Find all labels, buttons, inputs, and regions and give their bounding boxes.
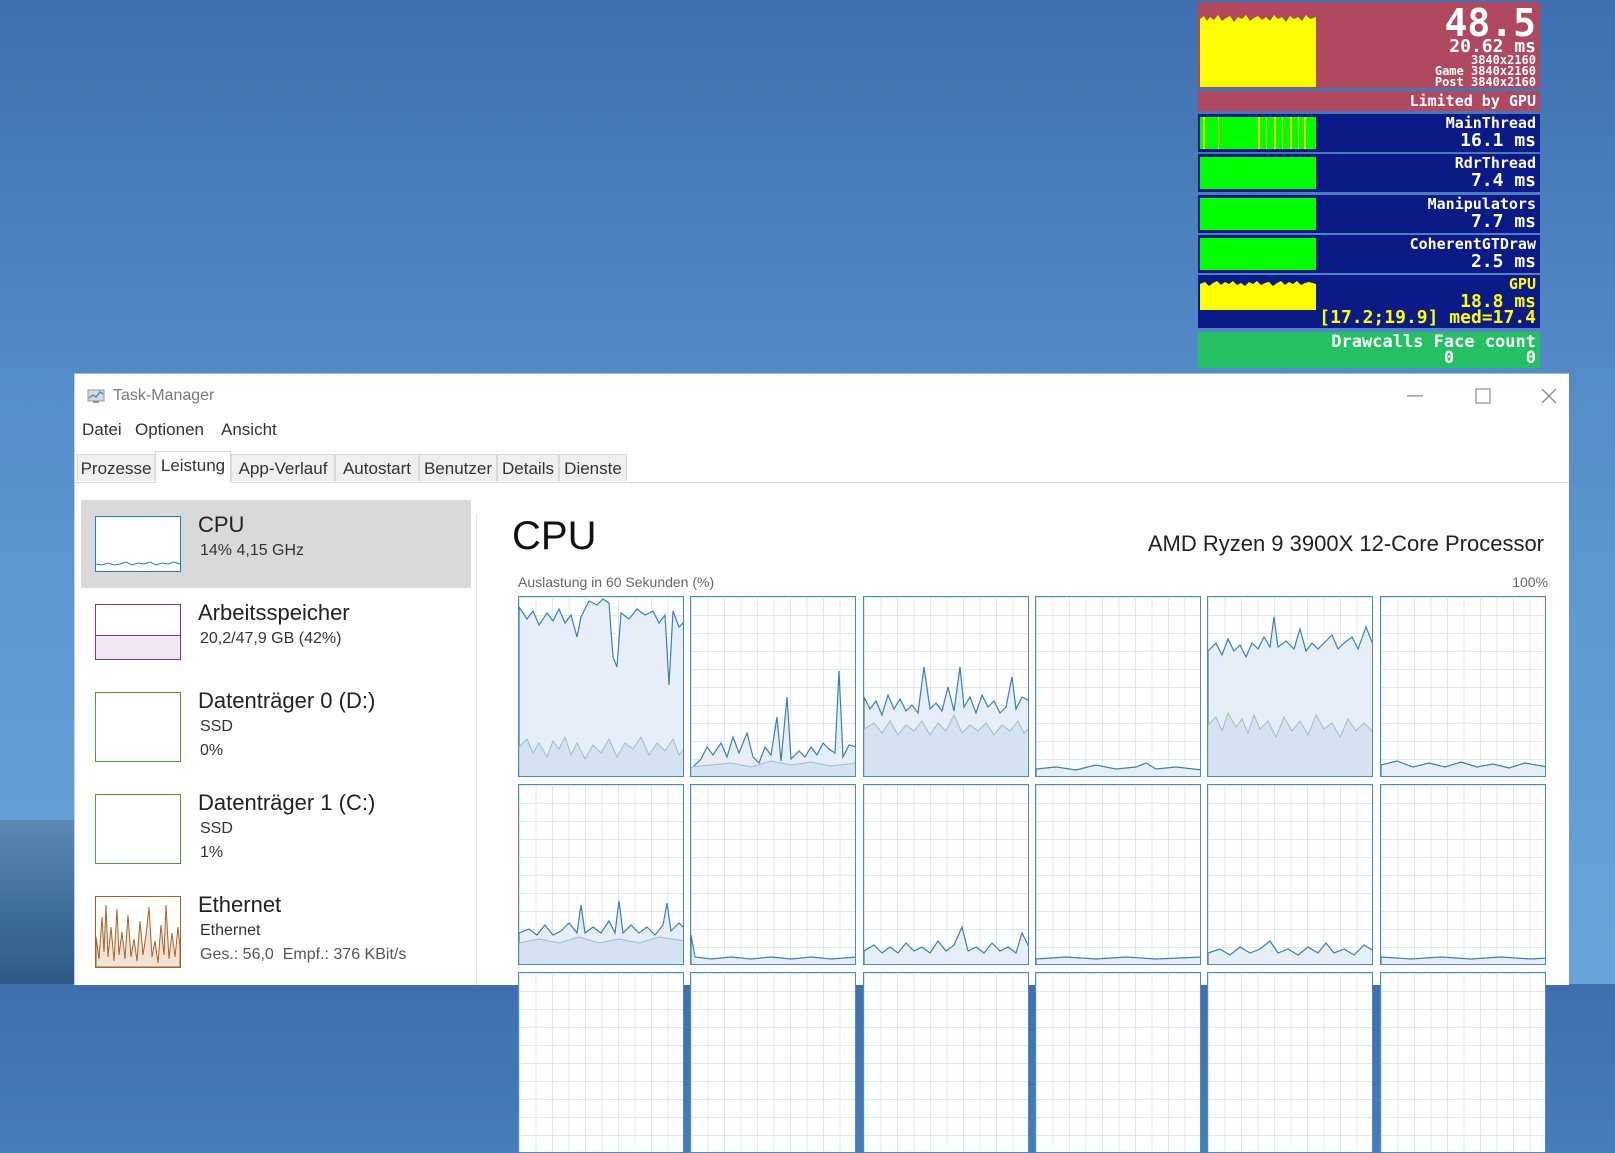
sea-background [0, 820, 80, 984]
core-graph [1380, 784, 1546, 965]
title-bar[interactable]: Task-Manager — [75, 374, 1569, 418]
sidebar-item-disk1[interactable]: Datenträger 1 (C:) SSD 1% [81, 778, 471, 880]
thread-graph [1200, 198, 1316, 230]
thread-graph [1200, 238, 1316, 270]
tab-dienste[interactable]: Dienste [559, 454, 627, 481]
sidebar-disk0-usage: 0% [200, 742, 224, 759]
disk1-thumbnail-graph [95, 794, 181, 864]
thread-graph [1200, 157, 1316, 189]
tab-autostart[interactable]: Autostart [335, 454, 419, 481]
core-graph [518, 596, 684, 777]
ethernet-sent: Ges.: 56,0 [200, 946, 274, 963]
sidebar-ethernet-throughput: Ges.: 56,0 Empf.: 376 KBit/s [200, 946, 406, 964]
sidebar-cpu-name: CPU [198, 512, 245, 537]
tab-benutzer[interactable]: Benutzer [419, 454, 497, 481]
sidebar-memory-usage: 20,2/47,9 GB (42%) [200, 630, 342, 647]
core-graph [1207, 596, 1373, 777]
thread-value: 7.7 ms [1470, 211, 1536, 232]
sidebar-disk0-type: SSD [200, 718, 233, 735]
menu-optionen[interactable]: Optionen [135, 420, 204, 440]
sidebar-item-memory[interactable]: Arbeitsspeicher 20,2/47,9 GB (42%) [81, 588, 471, 676]
sidebar-item-cpu[interactable]: CPU 14% 4,15 GHz [81, 500, 471, 588]
task-manager-icon [87, 388, 105, 404]
thread-value: 2.5 ms [1470, 251, 1536, 272]
menu-datei[interactable]: Datei [82, 420, 122, 440]
core-graph [1207, 972, 1373, 1153]
thread-name: Manipulators [1427, 195, 1536, 213]
sidebar-item-disk0[interactable]: Datenträger 0 (D:) SSD 0% [81, 676, 471, 778]
drawcalls-values: 0 0 [1443, 348, 1536, 368]
utilization-axis-label: Auslastung in 60 Sekunden (%) [518, 574, 715, 590]
sidebar-item-ethernet[interactable]: Ethernet Ethernet Ges.: 56,0 Empf.: 376 … [81, 880, 471, 985]
core-graph [1380, 972, 1546, 1153]
limited-banner: Limited by GPU [1198, 91, 1540, 111]
core-graph [1035, 784, 1201, 965]
sidebar-cpu-usage: 14% 4,15 GHz [200, 542, 305, 559]
core-graph [863, 972, 1029, 1153]
thread-row-manipulators: Manipulators 7.7 ms [1198, 195, 1540, 233]
ethernet-received: Empf.: 376 KBit/s [282, 946, 407, 963]
gpu-graph [1200, 278, 1316, 310]
gpu-range: [17.2;19.9] med=17.4 [1319, 307, 1536, 328]
thread-row-coherent: CoherentGTDraw 2.5 ms [1198, 235, 1540, 273]
thread-row-render: RdrThread 7.4 ms [1198, 154, 1540, 192]
core-graph [518, 784, 684, 965]
core-graph [690, 972, 856, 1153]
thread-value: 16.1 ms [1460, 130, 1536, 151]
sidebar-ethernet-adapter: Ethernet [200, 922, 261, 939]
core-graph [690, 596, 856, 777]
core-graph [518, 972, 684, 1153]
core-graph [1207, 784, 1373, 965]
thread-name: CoherentGTDraw [1409, 235, 1536, 253]
gpu-label: GPU [1508, 275, 1536, 293]
tab-prozesse[interactable]: Prozesse [77, 454, 155, 481]
thread-value: 7.4 ms [1470, 170, 1536, 191]
resource-sidebar: CPU 14% 4,15 GHz Arbeitsspeicher 20,2/47… [81, 500, 471, 985]
sidebar-disk1-usage: 1% [200, 844, 224, 861]
tab-app-verlauf[interactable]: App-Verlauf [231, 454, 335, 481]
page-title: CPU [512, 514, 597, 558]
thread-graph [1200, 117, 1316, 149]
core-graph [1035, 972, 1201, 1153]
maximize-icon[interactable] [1463, 382, 1503, 410]
sidebar-disk0-name: Datenträger 0 (D:) [198, 688, 376, 713]
window-title: Task-Manager [113, 387, 215, 404]
pane-divider [476, 514, 477, 985]
thread-name: MainThread [1445, 114, 1536, 132]
task-manager-window: Task-Manager — Datei Optionen Ansicht Pr… [74, 373, 1569, 1153]
cpu-thumbnail-graph [95, 516, 181, 572]
core-graph [863, 596, 1029, 777]
limited-text: Limited by GPU [1409, 92, 1536, 110]
fps-panel: 48.5 20.62 ms 3840x2160 Game 3840x2160 P… [1198, 2, 1540, 88]
gpu-panel: GPU 18.8 ms [17.2;19.9] med=17.4 [1198, 275, 1540, 328]
menu-ansicht[interactable]: Ansicht [221, 420, 277, 440]
sidebar-memory-name: Arbeitsspeicher [198, 600, 350, 625]
tab-bar: Prozesse Leistung App-Verlauf Autostart … [75, 451, 1569, 483]
drawcalls-panel: Drawcalls Face count 0 0 [1198, 332, 1540, 368]
thread-name: RdrThread [1454, 154, 1536, 172]
tab-leistung[interactable]: Leistung [155, 451, 231, 483]
core-graph [1035, 596, 1201, 777]
minimize-icon[interactable]: — [1395, 382, 1435, 410]
disk0-thumbnail-graph [95, 692, 181, 762]
fps-graph [1200, 3, 1316, 87]
core-graph [863, 784, 1029, 965]
sidebar-disk1-type: SSD [200, 820, 233, 837]
tab-details[interactable]: Details [497, 454, 559, 481]
thread-row-main: MainThread 16.1 ms [1198, 114, 1540, 152]
resolution-post: Post 3840x2160 [1434, 75, 1536, 89]
core-graph [690, 784, 856, 965]
sidebar-disk1-name: Datenträger 1 (C:) [198, 790, 376, 815]
utilization-axis-max: 100% [1512, 574, 1548, 590]
close-icon[interactable] [1529, 382, 1569, 410]
processor-name: AMD Ryzen 9 3900X 12-Core Processor [1147, 531, 1544, 556]
core-graph [1380, 596, 1546, 777]
sidebar-ethernet-name: Ethernet [198, 892, 282, 917]
ethernet-thumbnail-graph [95, 896, 181, 968]
memory-thumbnail-graph [95, 604, 181, 660]
